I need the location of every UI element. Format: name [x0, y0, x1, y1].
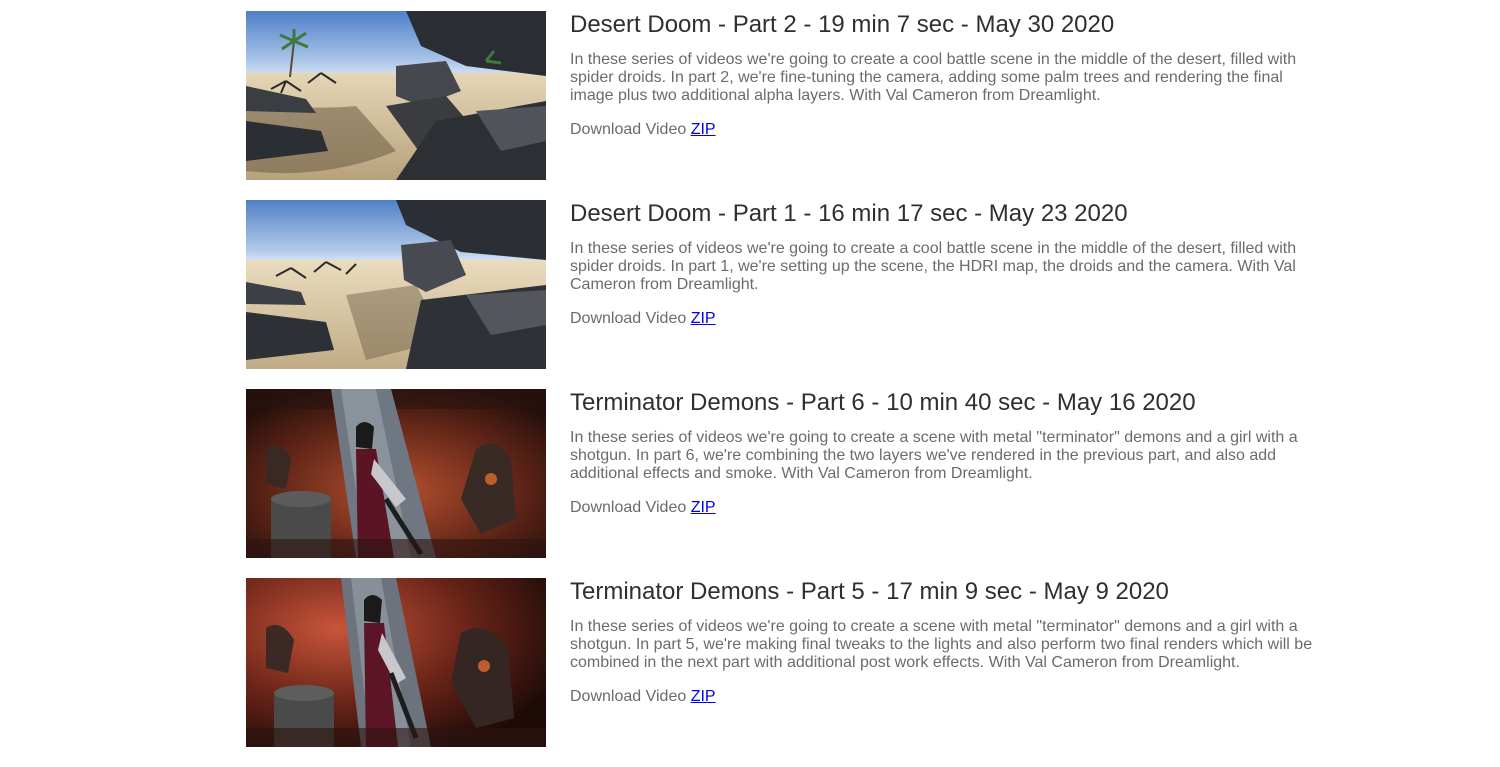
video-info: Terminator Demons - Part 6 - 10 min 40 s… — [570, 389, 1320, 517]
video-entry: Terminator Demons - Part 5 - 17 min 9 se… — [246, 578, 1326, 747]
video-title: Terminator Demons - Part 5 - 17 min 9 se… — [570, 578, 1169, 605]
zip-download-link[interactable]: ZIP — [691, 121, 716, 138]
desert-thumbnail-image — [246, 11, 546, 180]
video-entry: Desert Doom - Part 2 - 19 min 7 sec - Ma… — [246, 11, 1326, 180]
video-title: Desert Doom - Part 2 - 19 min 7 sec - Ma… — [570, 11, 1115, 38]
video-thumbnail[interactable] — [246, 200, 546, 369]
video-description: In these series of videos we're going to… — [570, 429, 1298, 482]
download-row: Download Video ZIP — [570, 688, 1320, 706]
desert-thumbnail-image — [246, 200, 546, 369]
download-row: Download Video ZIP — [570, 499, 1320, 517]
video-description: In these series of videos we're going to… — [570, 618, 1313, 671]
zip-download-link[interactable]: ZIP — [691, 688, 716, 705]
download-label: Download Video — [570, 310, 687, 327]
video-info: Desert Doom - Part 2 - 19 min 7 sec - Ma… — [570, 11, 1320, 139]
download-row: Download Video ZIP — [570, 121, 1320, 139]
download-label: Download Video — [570, 499, 687, 516]
video-title: Terminator Demons - Part 6 - 10 min 40 s… — [570, 389, 1196, 416]
download-label: Download Video — [570, 688, 687, 705]
video-title: Desert Doom - Part 1 - 16 min 17 sec - M… — [570, 200, 1128, 227]
video-description: In these series of videos we're going to… — [570, 240, 1297, 293]
video-thumbnail[interactable] — [246, 389, 546, 558]
video-entry: Desert Doom - Part 1 - 16 min 17 sec - M… — [246, 200, 1326, 369]
video-description: In these series of videos we're going to… — [570, 51, 1297, 104]
zip-download-link[interactable]: ZIP — [691, 499, 716, 516]
video-thumbnail[interactable] — [246, 11, 546, 180]
download-label: Download Video — [570, 121, 687, 138]
download-row: Download Video ZIP — [570, 310, 1320, 328]
terminator-thumbnail-image — [246, 578, 546, 747]
video-info: Desert Doom - Part 1 - 16 min 17 sec - M… — [570, 200, 1320, 328]
video-list: Desert Doom - Part 2 - 19 min 7 sec - Ma… — [246, 11, 1326, 767]
video-entry: Terminator Demons - Part 6 - 10 min 40 s… — [246, 389, 1326, 558]
video-info: Terminator Demons - Part 5 - 17 min 9 se… — [570, 578, 1320, 706]
zip-download-link[interactable]: ZIP — [691, 310, 716, 327]
terminator-thumbnail-image — [246, 389, 546, 558]
video-thumbnail[interactable] — [246, 578, 546, 747]
